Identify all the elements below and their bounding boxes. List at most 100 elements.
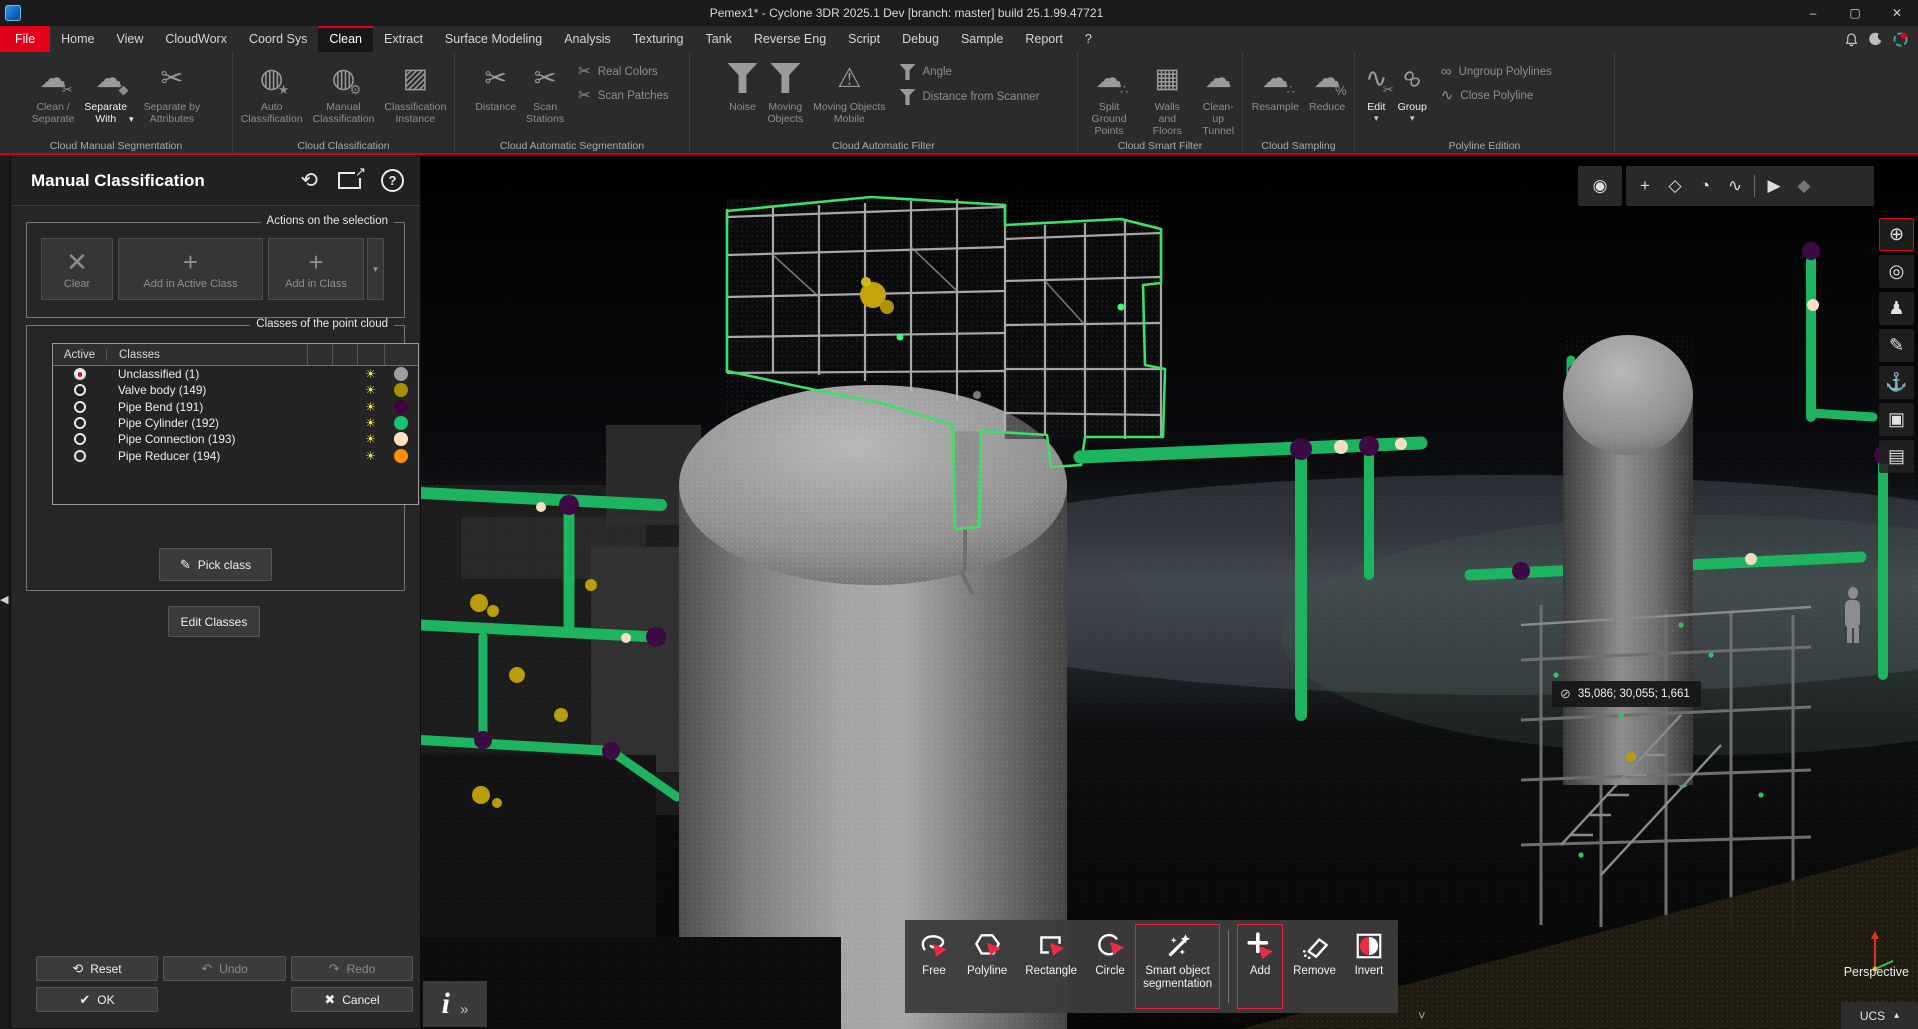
- add-measurement-icon[interactable]: +: [1630, 176, 1660, 196]
- redo-button[interactable]: ↷ Redo: [291, 956, 413, 981]
- ribbon-button-reduce[interactable]: ☁% Reduce: [1305, 55, 1349, 113]
- ribbon-button-separate-with[interactable]: ☁◆ Separate With▾: [80, 55, 137, 125]
- ribbon-button-close-polyline[interactable]: ∿Close Polyline: [1441, 88, 1552, 103]
- clear-selection-button[interactable]: ✕ Clear: [41, 238, 113, 300]
- class-row-pipe-connection[interactable]: Pipe Connection (193) ☀: [53, 431, 418, 447]
- class-row-valve-body[interactable]: Valve body (149) ☀: [53, 382, 418, 398]
- class-active-radio[interactable]: [74, 368, 86, 380]
- ribbon-button-ungroup-polylines[interactable]: ∞Ungroup Polylines: [1441, 64, 1552, 79]
- class-color-swatch[interactable]: [394, 449, 408, 463]
- menu-item-script[interactable]: Script: [837, 26, 891, 52]
- class-active-radio[interactable]: [74, 384, 86, 396]
- projection-mode-label[interactable]: Perspective: [1844, 965, 1909, 979]
- images-tool-button[interactable]: ▤: [1879, 440, 1914, 473]
- menu-item-file[interactable]: File: [0, 26, 50, 52]
- ribbon-button-angle[interactable]: Angle: [900, 64, 1040, 80]
- class-color-swatch[interactable]: [394, 432, 408, 446]
- class-color-swatch[interactable]: [394, 416, 408, 430]
- ribbon-button-group-polyline[interactable]: ∞ Group ▾: [1394, 55, 1431, 123]
- minimize-button[interactable]: –: [1792, 0, 1834, 26]
- menu-item-texturing[interactable]: Texturing: [622, 26, 695, 52]
- add-mode-button[interactable]: Add: [1237, 924, 1283, 1009]
- picked-items-icon[interactable]: ◆: [1789, 176, 1819, 196]
- class-active-radio[interactable]: [74, 417, 86, 429]
- theme-moon-icon[interactable]: [1869, 32, 1883, 46]
- class-row-pipe-reducer[interactable]: Pipe Reducer (194) ☀: [53, 447, 418, 463]
- ucs-selector[interactable]: UCS ▴: [1841, 1002, 1918, 1029]
- notifications-bell-icon[interactable]: [1844, 32, 1859, 47]
- restore-defaults-icon[interactable]: ⟲: [300, 170, 318, 191]
- ribbon-button-resample[interactable]: ☁∴ Resample: [1248, 55, 1303, 113]
- ribbon-button-walls-and-floors[interactable]: ▦ Walls and Floors: [1142, 55, 1192, 137]
- class-row-pipe-cylinder[interactable]: Pipe Cylinder (192) ☀: [53, 415, 418, 431]
- ribbon-button-separate-by-attributes[interactable]: ✂ Separate by Attributes: [140, 55, 205, 125]
- menu-item-report[interactable]: Report: [1014, 26, 1074, 52]
- remove-mode-button[interactable]: Remove: [1285, 924, 1344, 1009]
- pick-class-button[interactable]: ✎ Pick class: [159, 548, 272, 581]
- visibility-bulb-icon[interactable]: ☀: [365, 368, 376, 380]
- center-view-tool-button[interactable]: ◎: [1879, 255, 1914, 288]
- visibility-bulb-icon[interactable]: ☀: [365, 384, 376, 396]
- ribbon-button-noise[interactable]: Noise: [724, 55, 762, 113]
- target-icon[interactable]: ◉: [1585, 176, 1615, 196]
- ribbon-button-clean-up-tunnel[interactable]: ☁ Clean-up Tunnel: [1194, 55, 1242, 137]
- class-color-swatch[interactable]: [394, 383, 408, 397]
- menu-item-extract[interactable]: Extract: [373, 26, 434, 52]
- add-in-class-button[interactable]: + Add in Class: [268, 238, 364, 300]
- walkthrough-tool-button[interactable]: ♟: [1879, 292, 1914, 325]
- compare-measurement-icon[interactable]: ◇: [1660, 176, 1690, 196]
- menu-item-debug[interactable]: Debug: [891, 26, 950, 52]
- cube-view-tool-button[interactable]: ▣: [1879, 403, 1914, 436]
- detach-panel-icon[interactable]: ↗: [338, 172, 361, 189]
- ok-button[interactable]: ✔ OK: [36, 987, 158, 1012]
- class-color-swatch[interactable]: [394, 367, 408, 381]
- anchor-tool-button[interactable]: ⚓: [1879, 366, 1914, 399]
- class-row-pipe-bend[interactable]: Pipe Bend (191) ☀: [53, 399, 418, 415]
- cancel-button[interactable]: ✖ Cancel: [291, 987, 413, 1012]
- viewport-3d[interactable]: ◉ + ◇ ◔ ∿ ▶ ◆ ⊕ ◎ ♟ ✎ ⚓ ▣ ▤ ⊘ 35,086; 30…: [421, 155, 1918, 1029]
- menu-item-cloudworx[interactable]: CloudWorx: [154, 26, 238, 52]
- smart-object-segmentation-button[interactable]: Smart object segmentation: [1135, 924, 1220, 1009]
- ribbon-button-scan-stations[interactable]: ✂ Scan Stations: [522, 55, 568, 125]
- expand-chevron-icon[interactable]: »: [460, 1001, 468, 1018]
- invert-mode-button[interactable]: Invert: [1346, 924, 1392, 1009]
- ribbon-button-real-colors[interactable]: ✂Real Colors: [578, 64, 669, 79]
- menu-item-reverse-eng[interactable]: Reverse Eng: [743, 26, 837, 52]
- ribbon-button-edit-polyline[interactable]: ∿✂ Edit ▾: [1361, 55, 1392, 123]
- angle-measurement-icon[interactable]: ◔: [1690, 176, 1720, 196]
- rectangle-selection-button[interactable]: Rectangle: [1017, 924, 1085, 1009]
- free-selection-button[interactable]: Free: [911, 924, 957, 1009]
- menu-item-home[interactable]: Home: [50, 26, 105, 52]
- close-button[interactable]: ✕: [1876, 0, 1918, 26]
- help-icon[interactable]: ?: [381, 169, 404, 192]
- menu-item-clean[interactable]: Clean: [318, 26, 373, 52]
- panel-collapse-arrow[interactable]: ◀: [0, 593, 8, 606]
- pick-cursor-icon[interactable]: ▶: [1759, 176, 1789, 196]
- maximize-button[interactable]: ▢: [1834, 0, 1876, 26]
- polyline-selection-button[interactable]: Polyline: [959, 924, 1015, 1009]
- circle-selection-button[interactable]: Circle: [1087, 924, 1133, 1009]
- orbit-tool-button[interactable]: ⊕: [1879, 218, 1914, 251]
- class-color-swatch[interactable]: [394, 400, 408, 414]
- ribbon-button-split-ground-points[interactable]: ☁∴ Split Ground Points: [1078, 55, 1140, 137]
- undo-button[interactable]: ↶ Undo: [163, 956, 286, 981]
- add-in-class-dropdown[interactable]: ▾: [367, 238, 384, 300]
- class-row-unclassified[interactable]: Unclassified (1) ☀: [53, 366, 418, 382]
- visibility-bulb-icon[interactable]: ☀: [365, 417, 376, 429]
- reset-button[interactable]: ⟲ Reset: [36, 956, 158, 981]
- edit-classes-button[interactable]: Edit Classes: [168, 606, 260, 637]
- ribbon-button-scan-patches[interactable]: ✂Scan Patches: [578, 88, 669, 103]
- add-in-active-class-button[interactable]: + Add in Active Class: [118, 238, 263, 300]
- ribbon-button-moving-objects[interactable]: Moving Objects: [764, 55, 808, 125]
- draw-tool-button[interactable]: ✎: [1879, 329, 1914, 362]
- menu-item-help[interactable]: ?: [1074, 26, 1103, 52]
- class-active-radio[interactable]: [74, 401, 86, 413]
- menu-item-view[interactable]: View: [106, 26, 155, 52]
- menu-item-coord-sys[interactable]: Coord Sys: [238, 26, 318, 52]
- visibility-bulb-icon[interactable]: ☀: [365, 450, 376, 462]
- menu-item-tank[interactable]: Tank: [694, 26, 742, 52]
- menu-item-sample[interactable]: Sample: [950, 26, 1014, 52]
- ribbon-button-manual-classification[interactable]: ◍⚙ Manual Classification: [309, 55, 379, 125]
- visibility-bulb-icon[interactable]: ☀: [365, 433, 376, 445]
- ribbon-button-auto-classification[interactable]: ◍★ Auto Classification: [237, 55, 307, 125]
